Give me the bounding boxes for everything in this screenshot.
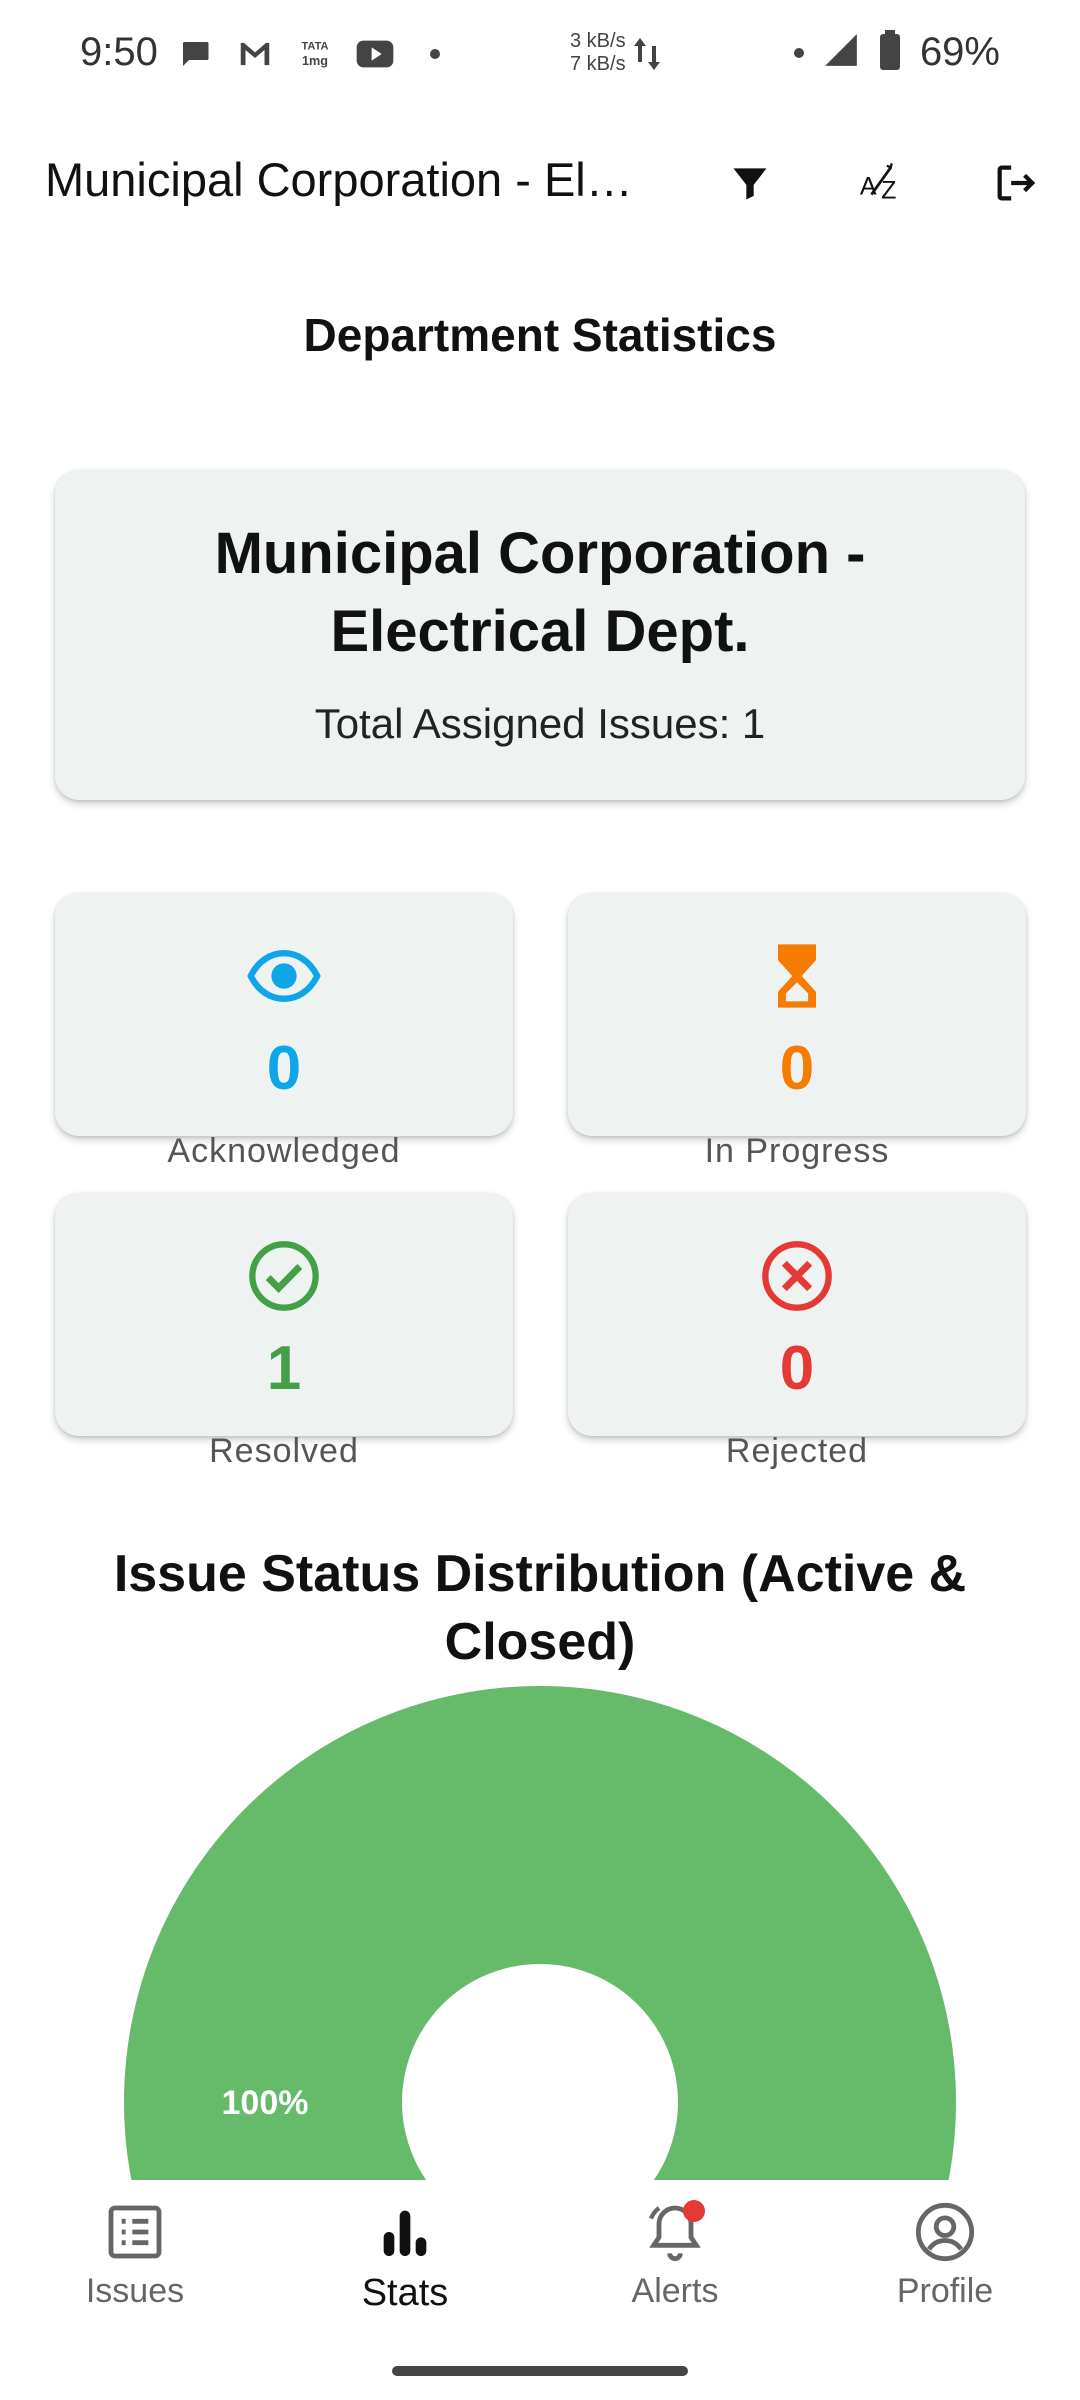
nav-stats[interactable]: Stats: [305, 2200, 505, 2315]
chart-title-line2: Closed): [444, 1613, 636, 1671]
svg-text:A: A: [860, 173, 877, 201]
status-bar: 9:50 TATA 1mg 3 kB/s 7 kB/s 69%: [0, 0, 1080, 110]
department-name-line2: Electrical Dept.: [330, 599, 750, 664]
filter-icon: [733, 168, 767, 200]
network-speed: 3 kB/s 7 kB/s: [570, 30, 626, 76]
youtube-icon: [355, 34, 395, 74]
profile-icon: [913, 2200, 977, 2264]
home-indicator[interactable]: [392, 2366, 688, 2376]
nav-alerts-label: Alerts: [631, 2272, 719, 2310]
svg-text:TATA: TATA: [301, 40, 328, 52]
notification-icons: TATA 1mg: [175, 34, 455, 74]
rejected-label: Rejected: [725, 1432, 869, 1470]
nav-profile-label: Profile: [896, 2272, 994, 2310]
nav-alerts[interactable]: Alerts: [575, 2200, 775, 2311]
net-up-speed: 3 kB/s: [570, 30, 626, 52]
screen: 9:50 TATA 1mg 3 kB/s 7 kB/s 69% Municipa…: [0, 0, 1080, 2400]
status-chart: 100%: [0, 1680, 1080, 2180]
status-right: 69%: [793, 30, 1000, 75]
logout-icon: [997, 165, 1036, 201]
chart-title: Issue Status Distribution (Active & Clos…: [0, 1540, 1080, 1676]
resolved-label: Resolved: [209, 1432, 359, 1470]
svg-text:Z: Z: [881, 176, 896, 204]
rejected-card: 0: [568, 1193, 1026, 1436]
bell-icon: [643, 2200, 707, 2264]
nav-issues-label: Issues: [85, 2272, 185, 2310]
svg-text:1mg: 1mg: [302, 54, 328, 68]
battery-icon: [878, 30, 902, 75]
in-progress-card: 0: [568, 893, 1026, 1136]
sort-az-icon: A Z: [860, 163, 896, 204]
list-icon: [103, 2200, 167, 2264]
logout-button[interactable]: [980, 148, 1050, 218]
bar-chart-icon: [373, 2200, 437, 2264]
total-assigned-issues: Total Assigned Issues: 1: [314, 700, 766, 747]
nav-profile[interactable]: Profile: [845, 2200, 1045, 2311]
nav-stats-label: Stats: [361, 2272, 449, 2314]
dot-icon: [415, 34, 455, 74]
nav-issues[interactable]: Issues: [35, 2200, 235, 2311]
page-heading: Department Statistics: [303, 309, 777, 361]
cancel-circle-icon: [762, 1241, 832, 1311]
message-icon: [175, 34, 215, 74]
app-title: Municipal Corporation - Electrical Dept.: [45, 153, 655, 206]
dot-icon: [793, 47, 804, 58]
eye-icon: [247, 950, 321, 1002]
resolved-card: 1: [55, 1193, 513, 1436]
battery-percent: 69%: [919, 30, 1000, 74]
tata-1mg-icon: TATA 1mg: [295, 34, 335, 74]
gmail-icon: [235, 34, 275, 74]
app-bar: Municipal Corporation - Electrical Dept.…: [0, 130, 1080, 240]
in-progress-label: In Progress: [704, 1132, 890, 1170]
department-name: Municipal Corporation - Electrical Dept.: [55, 515, 1025, 671]
check-circle-icon: [249, 1241, 319, 1311]
in-progress-value: 0: [779, 1034, 815, 1103]
chart-title-line1: Issue Status Distribution (Active &: [113, 1545, 967, 1603]
data-arrows-icon: [632, 34, 662, 79]
pie-label-resolved: 100%: [222, 2084, 309, 2122]
filter-button[interactable]: [715, 148, 785, 218]
sort-az-button[interactable]: A Z: [848, 148, 918, 218]
alert-badge: [683, 2200, 705, 2222]
resolved-value: 1: [266, 1334, 302, 1403]
hourglass-icon: [778, 944, 816, 1008]
status-time: 9:50: [80, 30, 158, 74]
department-card: Municipal Corporation - Electrical Dept.…: [55, 470, 1025, 800]
donut-chart-svg: 100%: [124, 1686, 956, 2180]
net-down-speed: 7 kB/s: [570, 53, 626, 75]
acknowledged-value: 0: [266, 1034, 302, 1103]
department-name-line1: Municipal Corporation -: [214, 521, 866, 586]
acknowledged-card: 0: [55, 893, 513, 1136]
rejected-value: 0: [779, 1334, 815, 1403]
signal-icon: [822, 31, 860, 74]
acknowledged-label: Acknowledged: [167, 1132, 401, 1170]
